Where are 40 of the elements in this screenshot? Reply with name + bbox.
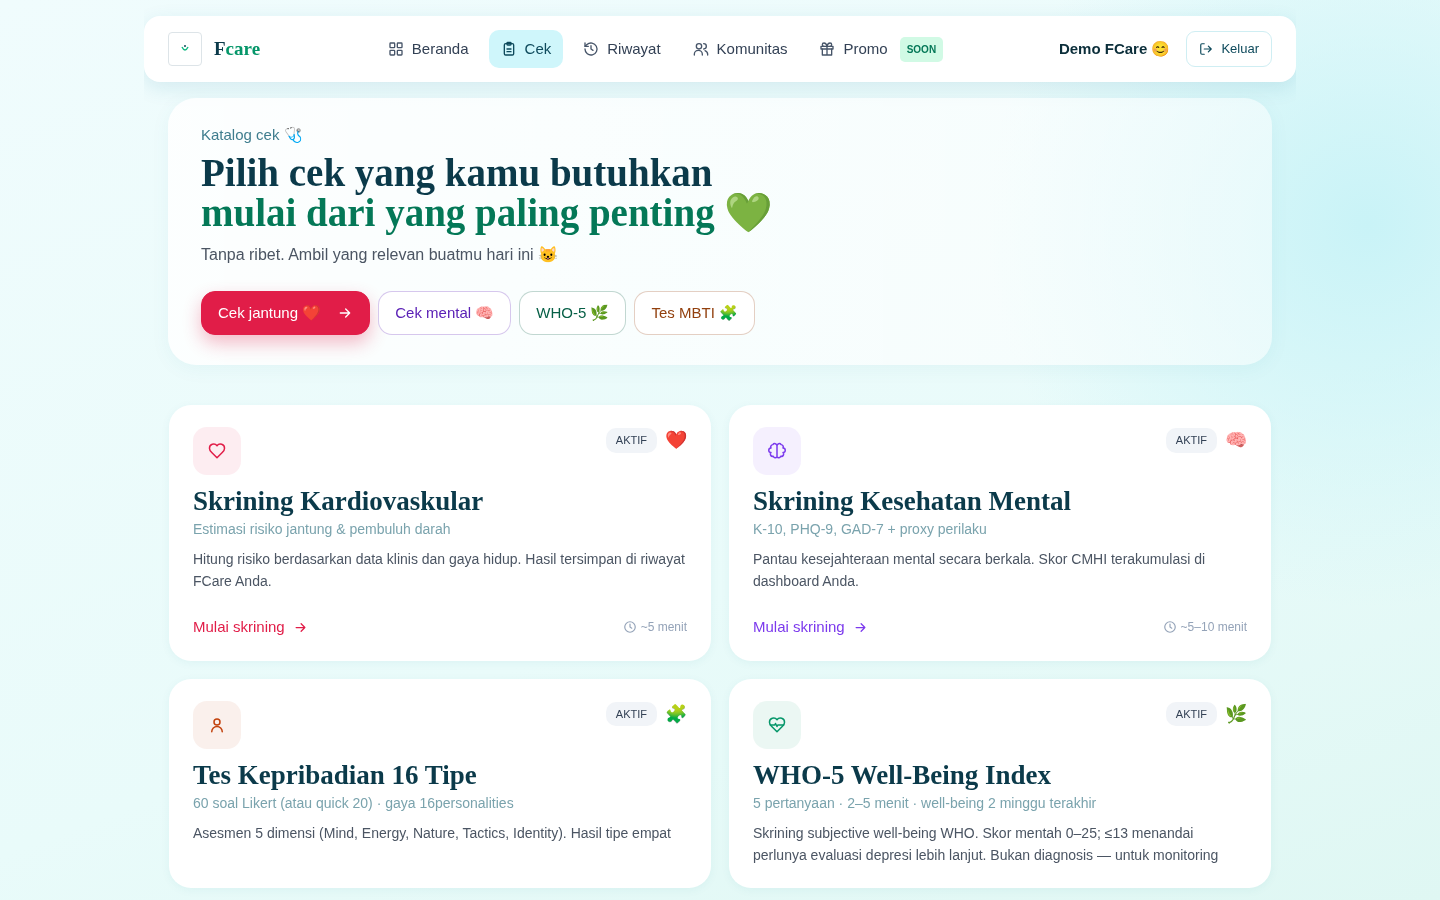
card-title: WHO-5 Well-Being Index [753, 758, 1053, 791]
emoji-icon: 🌿 [1225, 700, 1247, 728]
status-badge: AKTIF [605, 701, 657, 727]
check-button[interactable]: Tes MBTI 🧩 [634, 290, 755, 335]
logout-button[interactable]: Keluar [1186, 31, 1272, 67]
card-subtitle: Estimasi risiko jantung & pembuluh darah [193, 520, 452, 539]
emoji-icon: 🧠 [1225, 427, 1247, 454]
card-title: Tes Kepribadian 16 Tipe [193, 758, 478, 791]
emoji-icon: ❤ [665, 427, 687, 454]
status-badge: AKTIF [605, 428, 657, 453]
nav-tab[interactable]: Riwayat [571, 29, 673, 69]
nav-tab[interactable]: Beranda [375, 29, 481, 69]
card-description: Pantau kesejahteraan mental secara berkala. Skor CMHI terakumulasi di dashboard Anda. [753, 550, 1207, 591]
card-title: Skrining Kardiovaskular [193, 485, 485, 517]
card-description: Hitung risiko berdasarkan data klinis dan gaya hidup. Hasil tersimpan di riwayat FCare Anda. [193, 550, 686, 591]
card-subtitle: 60 soal Likert (atau quick 20) · gaya 16personalities [193, 793, 515, 813]
status-badge: AKTIF [1165, 428, 1217, 453]
duration-text: ~5 menit [640, 619, 687, 637]
check-button[interactable]: Cek mental 🧠 [378, 290, 512, 335]
card-description: Asesmen 5 dimensi (Mind, Energy, Nature, Tactics, Identity). Hasil tipe empat [193, 823, 672, 843]
nav-tab[interactable]: Promo [807, 29, 892, 69]
check-button[interactable]: WHO-5 🌿 [519, 290, 627, 335]
nav-tab[interactable]: Komunitas [680, 29, 800, 69]
start-link[interactable]: Mulai skrining [193, 616, 308, 639]
nav-tab[interactable]: Cek [488, 29, 564, 69]
eyebrow-text: Katalog cek 🩺 [201, 125, 304, 145]
brand-name[interactable]: Fcare [214, 34, 261, 64]
check-button[interactable]: Cek jantung ❤ [201, 290, 371, 335]
status-badge: AKTIF [1165, 701, 1217, 727]
emoji-icon: 🧩 [665, 700, 687, 728]
soon-badge: SOON [899, 36, 944, 62]
card-subtitle: K-10, PHQ-9, GAD-7 + proxy perilaku [753, 520, 988, 539]
hero-title: Pilih cek yang kamu butuhkan mulai dari yang paling penting 💚 [201, 152, 775, 233]
duration-text: ~5–10 menit [1180, 619, 1247, 637]
card-description: Skrining subjective well-being WHO. Skor mentah 0–25; ≤13 menandai perlunya evaluasi depresi lebih lanjut. Bukan diagnosis — untuk monitoring [753, 823, 1220, 865]
card-subtitle: 5 pertanyaan · 2–5 menit · well-being 2 minggu terakhir [753, 793, 1098, 813]
user-name: Demo FCare 😊 [1058, 38, 1171, 59]
hero-subtitle: Tanpa ribet. Ambil yang relevan buatmu hari ini 😺 [201, 244, 560, 265]
card-title: Skrining Kesehatan Mental [753, 485, 1073, 517]
start-link[interactable]: Mulai skrining [753, 616, 868, 639]
